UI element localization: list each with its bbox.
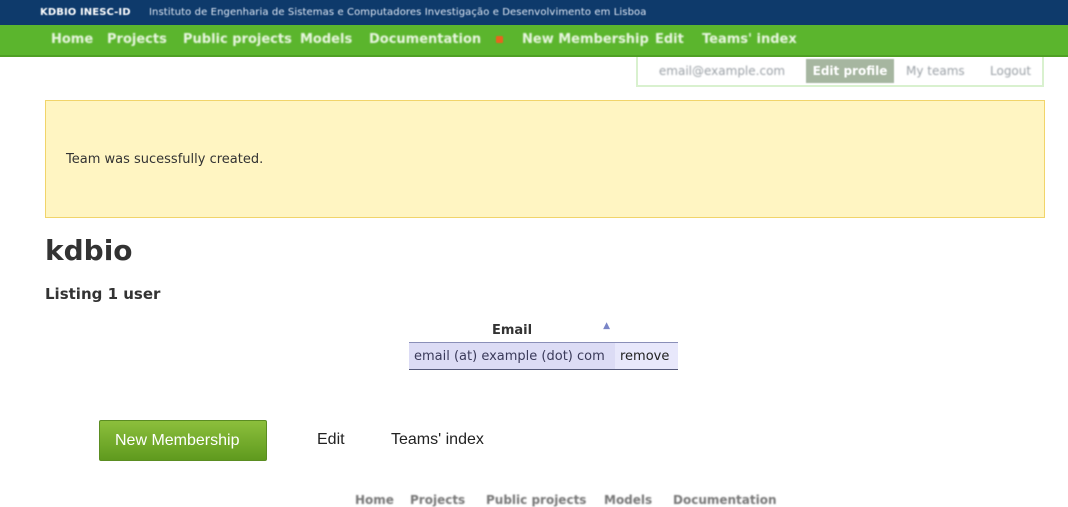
nav-public-projects[interactable]: Public projects xyxy=(183,25,292,55)
teams-index-link[interactable]: Teams' index xyxy=(391,431,484,449)
org-name: KDBIO INESC-ID xyxy=(40,7,131,18)
edit-link[interactable]: Edit xyxy=(317,431,345,449)
user-email[interactable]: email@example.com xyxy=(642,59,802,83)
sort-ascending-triangle-icon[interactable]: ▲ xyxy=(603,321,610,331)
nav-teams-index[interactable]: Teams' index xyxy=(702,25,797,55)
footer-nav-projects[interactable]: Projects xyxy=(410,493,465,507)
nav-documentation[interactable]: Documentation xyxy=(369,25,481,55)
user-menu: email@example.com Edit profile My teams … xyxy=(636,57,1044,87)
nav-models[interactable]: Models xyxy=(300,25,352,55)
footer-nav-models[interactable]: Models xyxy=(604,493,652,507)
institute-name: Instituto de Engenharia de Sistemas e Co… xyxy=(149,7,647,18)
my-teams-link[interactable]: My teams xyxy=(906,59,965,83)
orange-square-bullet-icon xyxy=(496,36,503,43)
nav-home[interactable]: Home xyxy=(51,25,93,55)
users-table: Email ▲ email (at) example (dot) com rem… xyxy=(409,318,678,370)
footer-nav-documentation[interactable]: Documentation xyxy=(673,493,777,507)
nav-edit[interactable]: Edit xyxy=(655,25,684,55)
remove-user-link[interactable]: remove xyxy=(615,342,678,370)
flash-message: Team was sucessfully created. xyxy=(66,152,264,167)
nav-new-membership[interactable]: New Membership xyxy=(522,25,649,55)
footer-nav-home[interactable]: Home xyxy=(355,493,394,507)
column-header-email[interactable]: Email ▲ xyxy=(409,318,615,343)
user-email-cell: email (at) example (dot) com xyxy=(409,342,615,370)
column-header-email-label: Email xyxy=(491,322,533,338)
footer-nav-public-projects[interactable]: Public projects xyxy=(486,493,586,507)
edit-profile-button[interactable]: Edit profile xyxy=(806,59,894,83)
institution-top-bar: KDBIO INESC-ID Instituto de Engenharia d… xyxy=(0,0,1068,25)
table-row: email (at) example (dot) com remove xyxy=(409,342,678,370)
new-membership-button[interactable]: New Membership xyxy=(99,420,267,461)
team-title: kdbio xyxy=(45,234,133,267)
flash-notice: Team was sucessfully created. xyxy=(45,100,1045,218)
column-header-actions xyxy=(615,318,678,343)
nav-projects[interactable]: Projects xyxy=(107,25,167,55)
main-nav: Home Projects Public projects Models Doc… xyxy=(0,25,1068,57)
listing-heading: Listing 1 user xyxy=(45,285,161,303)
logout-link[interactable]: Logout xyxy=(990,59,1031,83)
